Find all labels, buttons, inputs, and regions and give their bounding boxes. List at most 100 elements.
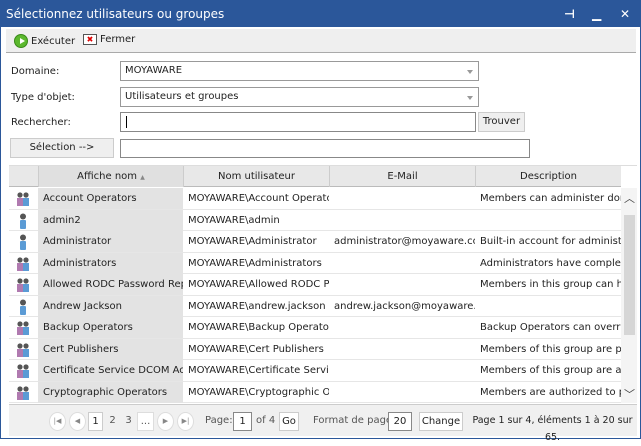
change-button[interactable]: Change	[419, 412, 463, 431]
table-row[interactable]: admin2 MOYAWARE\admin	[9, 209, 621, 231]
row-icon-cell	[9, 360, 38, 381]
domain-value: MOYAWARE	[125, 65, 183, 76]
description-cell: Members of this group are allow	[480, 365, 621, 376]
execute-button[interactable]: Exécuter	[14, 34, 75, 48]
group-icon	[16, 320, 30, 336]
close-icon: ✖	[83, 34, 97, 45]
chevron-down-icon	[467, 70, 473, 74]
domain-select[interactable]: MOYAWARE	[120, 61, 479, 81]
search-input[interactable]	[120, 112, 476, 132]
type-label: Type d'objet:	[11, 92, 75, 103]
group-icon	[16, 191, 30, 207]
sort-asc-icon: ▲	[140, 174, 145, 181]
email-cell	[329, 274, 475, 295]
username-cell: MOYAWARE\andrew.jackson	[188, 300, 326, 312]
table-row[interactable]: Allowed RODC Password Replication Group …	[9, 274, 621, 296]
group-icon	[16, 363, 30, 379]
column-header-display-name[interactable]: Affiche nom ▲	[38, 166, 183, 187]
selection-button[interactable]: Sélection -->	[10, 138, 114, 158]
scrollbar-thumb[interactable]	[624, 215, 635, 335]
selection-input[interactable]	[120, 139, 530, 158]
email-cell	[329, 382, 475, 403]
page-label: Page:	[205, 415, 233, 426]
minimize-button[interactable]: ▁	[592, 1, 601, 27]
page-summary: Page 1 sur 4, éléments 1 à 20 sur 65.	[472, 415, 633, 443]
column-header-description[interactable]: Description	[475, 166, 621, 187]
next-page-button[interactable]: ▶	[157, 412, 174, 431]
page-count: of 4	[256, 415, 276, 426]
row-icon-cell	[9, 253, 38, 274]
table-row[interactable]: Administrator MOYAWARE\Administrator adm…	[9, 231, 621, 253]
last-page-button[interactable]: ▶|	[177, 412, 194, 431]
display-name-cell: Certificate Service DCOM Access	[38, 360, 183, 381]
username-cell: MOYAWARE\Cryptographic Operators	[188, 386, 329, 398]
prev-page-button[interactable]: ◀	[69, 412, 86, 431]
email-cell: andrew.jackson@moyaware.com	[334, 300, 475, 312]
email-cell	[329, 253, 475, 274]
close-window-button[interactable]: ✕	[620, 1, 630, 27]
dialog-window: Sélectionnez utilisateurs ou groupes ⊣ ▁…	[0, 0, 641, 443]
user-icon	[16, 213, 30, 229]
username-cell: MOYAWARE\Backup Operators	[188, 322, 329, 333]
display-name-cell: Andrew Jackson	[38, 295, 183, 317]
group-icon	[16, 342, 30, 358]
page-3-button[interactable]: 3	[121, 412, 136, 431]
description-cell	[475, 296, 621, 317]
row-icon-cell	[9, 188, 38, 209]
table-row[interactable]: Administrators MOYAWARE\Administrators A…	[9, 252, 621, 274]
domain-label: Domaine:	[11, 66, 60, 77]
pin-icon[interactable]: ⊣	[564, 1, 575, 27]
page-2-button[interactable]: 2	[105, 412, 120, 431]
pager: |◀ ◀ 1 2 3 ... ▶ ▶| Page: 1 of 4 Go Form…	[9, 404, 637, 443]
row-icon-cell	[9, 274, 38, 295]
first-page-button[interactable]: |◀	[49, 412, 66, 431]
row-icon-cell	[9, 382, 38, 403]
description-cell: Members of this group are perm	[480, 343, 621, 355]
user-icon	[16, 299, 30, 315]
table-row[interactable]: Cert Publishers MOYAWARE\Cert Publishers…	[9, 338, 621, 360]
email-cell	[329, 339, 475, 360]
group-icon	[16, 256, 30, 272]
more-pages-button[interactable]: ...	[137, 412, 154, 431]
page-1-button[interactable]: 1	[88, 412, 103, 431]
scroll-down-icon[interactable]: ﹀	[624, 386, 635, 402]
row-icon-cell	[9, 339, 38, 360]
display-name-cell: Administrators	[38, 252, 183, 274]
display-name-cell: Backup Operators	[38, 317, 183, 338]
username-cell: MOYAWARE\Certificate Service DCOM	[188, 365, 329, 376]
results-grid: Affiche nom ▲ Nom utilisateur E-Mail Des…	[9, 165, 637, 443]
display-name-cell: admin2	[38, 209, 183, 231]
go-button[interactable]: Go	[279, 412, 299, 431]
username-cell: MOYAWARE\Allowed RODC Password	[188, 279, 329, 290]
page-size-input[interactable]: 20	[388, 412, 412, 431]
username-cell: MOYAWARE\Administrators	[188, 257, 322, 269]
scroll-up-icon[interactable]: ︿	[624, 190, 635, 206]
find-button[interactable]: Trouver	[478, 112, 525, 132]
window-title: Sélectionnez utilisateurs ou groupes	[6, 7, 225, 21]
object-type-select[interactable]: Utilisateurs et groupes	[120, 87, 479, 107]
table-row[interactable]: Certificate Service DCOM Access MOYAWARE…	[9, 360, 621, 382]
table-row[interactable]: Cryptographic Operators MOYAWARE\Cryptog…	[9, 381, 621, 403]
close-button[interactable]: ✖ Fermer	[83, 34, 135, 45]
display-name-cell: Cryptographic Operators	[38, 381, 183, 403]
description-cell: Backup Operators can override s	[480, 322, 621, 333]
description-cell: Built-in account for administering	[480, 236, 621, 247]
page-size-label: Format de page:	[313, 415, 396, 426]
table-row[interactable]: Backup Operators MOYAWARE\Backup Operato…	[9, 317, 621, 339]
email-cell: administrator@moyaware.com	[334, 236, 475, 247]
column-header-username[interactable]: Nom utilisateur	[183, 166, 329, 187]
username-cell: MOYAWARE\Administrator	[188, 236, 317, 247]
display-name-cell: Cert Publishers	[38, 338, 183, 360]
table-row[interactable]: Account Operators MOYAWARE\Account Opera…	[9, 188, 621, 210]
description-cell: Administrators have complete and	[480, 257, 621, 269]
column-header-email[interactable]: E-Mail	[329, 166, 475, 187]
close-label: Fermer	[100, 34, 136, 45]
page-input[interactable]: 1	[233, 412, 252, 431]
vertical-scrollbar[interactable]: ︿ ﹀	[621, 188, 637, 403]
username-cell: MOYAWARE\Cert Publishers	[188, 343, 324, 355]
chevron-down-icon	[467, 96, 473, 100]
description-cell: Members in this group can have	[480, 279, 621, 290]
table-row[interactable]: Andrew Jackson MOYAWARE\andrew.jackson a…	[9, 295, 621, 317]
search-label: Rechercher:	[11, 117, 71, 128]
group-icon	[16, 277, 30, 293]
